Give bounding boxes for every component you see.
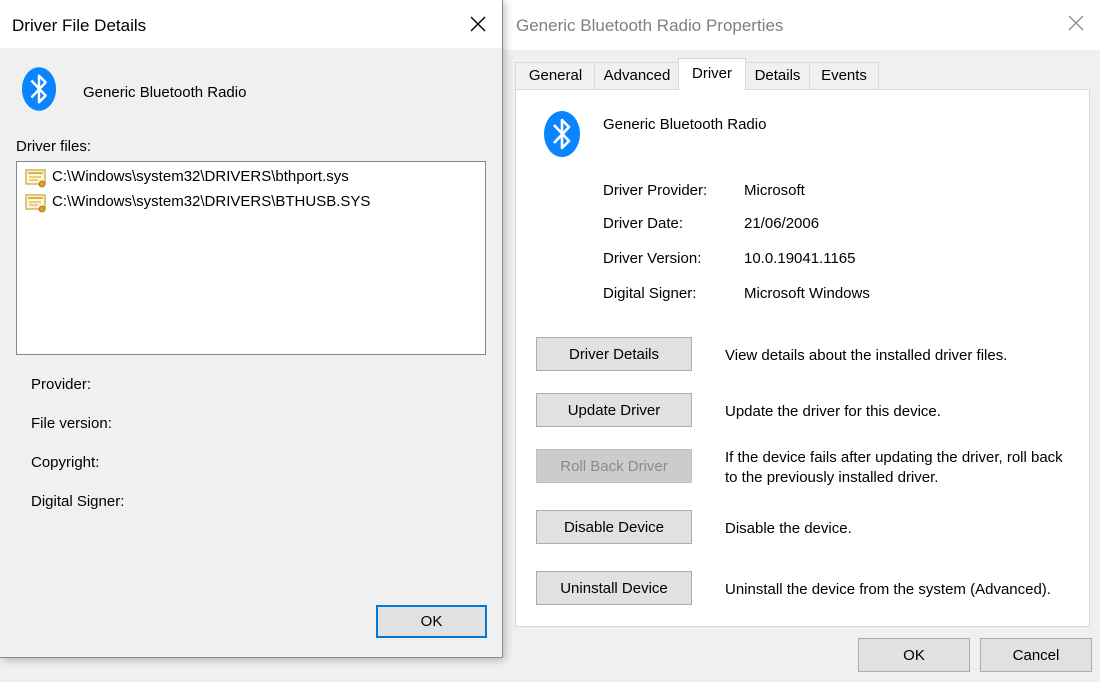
digital-signer-label: Digital Signer: — [603, 285, 697, 302]
properties-ok-button[interactable]: OK — [858, 638, 970, 672]
properties-window: Generic Bluetooth Radio Properties Gener… — [503, 0, 1100, 682]
driver-details-button[interactable]: Driver Details — [536, 337, 692, 371]
driver-date-label: Driver Date: — [603, 215, 684, 232]
driver-provider-value: Microsoft — [744, 182, 805, 199]
driver-file-icon — [25, 169, 46, 188]
update-driver-description: Update the driver for this device. — [725, 403, 941, 420]
properties-title-bar[interactable]: Generic Bluetooth Radio Properties — [503, 0, 1100, 50]
details-digital-signer-label: Digital Signer: — [31, 493, 125, 510]
details-title-bar[interactable]: Driver File Details — [0, 0, 502, 48]
close-icon[interactable] — [1066, 13, 1086, 33]
properties-cancel-button[interactable]: Cancel — [980, 638, 1092, 672]
driver-file-icon — [25, 194, 46, 213]
driver-files-label: Driver files: — [16, 138, 92, 155]
details-title: Driver File Details — [12, 16, 147, 35]
file-version-label: File version: — [31, 415, 112, 432]
tab-details[interactable]: Details — [744, 62, 811, 89]
close-icon[interactable] — [468, 14, 488, 34]
properties-title: Generic Bluetooth Radio Properties — [516, 16, 784, 35]
file-path: C:\Windows\system32\DRIVERS\BTHUSB.SYS — [52, 193, 371, 210]
roll-back-driver-button[interactable]: Roll Back Driver — [536, 449, 692, 483]
device-name: Generic Bluetooth Radio — [603, 116, 767, 133]
disable-device-description: Disable the device. — [725, 520, 852, 537]
driver-provider-label: Driver Provider: — [603, 182, 708, 199]
details-device-name: Generic Bluetooth Radio — [83, 84, 247, 101]
update-driver-button[interactable]: Update Driver — [536, 393, 692, 427]
uninstall-device-button[interactable]: Uninstall Device — [536, 571, 692, 605]
roll-back-driver-description: If the device fails after updating the d… — [725, 449, 1063, 486]
tab-general[interactable]: General — [515, 62, 596, 89]
provider-label: Provider: — [31, 376, 92, 393]
copyright-label: Copyright: — [31, 454, 100, 471]
driver-file-details-window: Driver File Details Generic Bluetooth Ra… — [0, 0, 503, 658]
driver-tab-panel: Generic Bluetooth Radio Driver Provider:… — [515, 89, 1090, 627]
digital-signer-value: Microsoft Windows — [744, 285, 870, 302]
driver-files-list[interactable]: C:\Windows\system32\DRIVERS\bthport.sys … — [16, 161, 486, 355]
driver-version-label: Driver Version: — [603, 250, 702, 267]
bluetooth-icon — [21, 67, 57, 111]
file-path: C:\Windows\system32\DRIVERS\bthport.sys — [52, 168, 349, 185]
tab-events[interactable]: Events — [809, 62, 879, 89]
details-ok-button[interactable]: OK — [376, 605, 487, 638]
driver-details-description: View details about the installed driver … — [725, 347, 1008, 364]
tab-advanced[interactable]: Advanced — [594, 62, 680, 89]
driver-version-value: 10.0.19041.1165 — [744, 250, 856, 267]
bluetooth-icon — [544, 111, 580, 157]
tab-driver[interactable]: Driver — [678, 58, 746, 90]
driver-date-value: 21/06/2006 — [744, 215, 820, 232]
uninstall-device-description: Uninstall the device from the system (Ad… — [725, 581, 1051, 598]
disable-device-button[interactable]: Disable Device — [536, 510, 692, 544]
